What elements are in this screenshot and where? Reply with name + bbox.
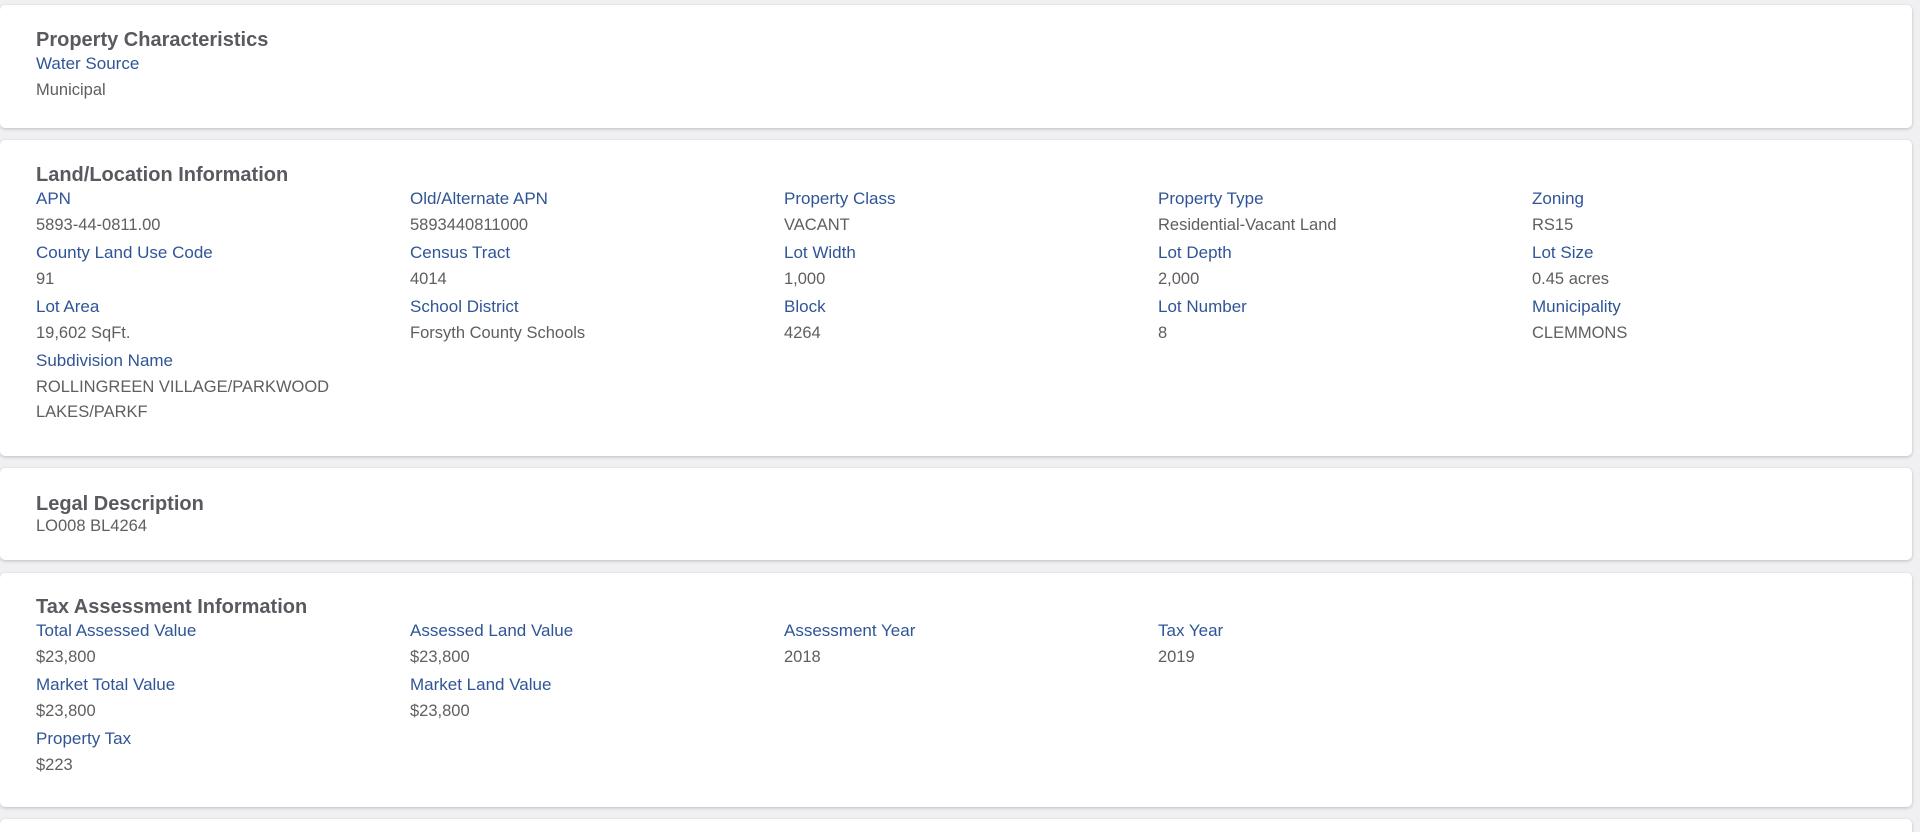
- property-type-value: Residential-Vacant Land: [1158, 216, 1337, 234]
- property-tax-value: $223: [36, 756, 73, 774]
- property-tax-field: Property Tax $223: [36, 727, 410, 781]
- lot-width-value: 1,000: [784, 270, 826, 288]
- lot-depth-label: Lot Depth: [1158, 243, 1232, 262]
- school-district-value: Forsyth County Schools: [410, 324, 586, 342]
- water-source-label: Water Source: [36, 54, 140, 73]
- municipality-field: Municipality CLEMMONS: [1532, 295, 1906, 349]
- tax-year-value: 2019: [1158, 648, 1195, 666]
- land-location-title: Land/Location Information: [36, 164, 289, 186]
- assessed-land-value-field: Assessed Land Value $23,800: [410, 619, 784, 673]
- tax-assessment-grid: Total Assessed Value $23,800 Assessed La…: [36, 619, 1876, 781]
- lot-area-value: 19,602 SqFt.: [36, 324, 131, 342]
- market-land-value-label: Market Land Value: [410, 675, 552, 694]
- property-class-value: VACANT: [784, 216, 850, 234]
- empty-cell: [1158, 673, 1532, 727]
- water-source-field: Water Source Municipal: [36, 52, 1876, 106]
- school-district-label: School District: [410, 297, 519, 316]
- lot-area-field: Lot Area 19,602 SqFt.: [36, 295, 410, 349]
- lot-width-label: Lot Width: [784, 243, 856, 262]
- legal-description-value: LO008 BL4264: [36, 517, 148, 535]
- assessment-year-field: Assessment Year 2018: [784, 619, 1158, 673]
- old-alternate-apn-label: Old/Alternate APN: [410, 189, 548, 208]
- lot-number-value: 8: [1158, 324, 1168, 342]
- county-land-use-code-value: 91: [36, 270, 55, 288]
- assessment-year-value: 2018: [784, 648, 821, 666]
- county-land-use-code-label: County Land Use Code: [36, 243, 213, 262]
- legal-description-title: Legal Description: [36, 493, 204, 515]
- census-tract-label: Census Tract: [410, 243, 511, 262]
- lot-number-field: Lot Number 8: [1158, 295, 1532, 349]
- lot-depth-value: 2,000: [1158, 270, 1200, 288]
- property-detail-page: Property Characteristics Water Source Mu…: [0, 0, 1920, 832]
- subdivision-name-label: Subdivision Name: [36, 351, 174, 370]
- tax-year-label: Tax Year: [1158, 621, 1224, 640]
- property-tax-label: Property Tax: [36, 729, 132, 748]
- census-tract-value: 4014: [410, 270, 447, 288]
- tax-assessment-card: Tax Assessment Information Total Assesse…: [0, 573, 1912, 807]
- next-section-card: [0, 819, 1912, 832]
- block-field: Block 4264: [784, 295, 1158, 349]
- tax-assessment-title: Tax Assessment Information: [36, 596, 308, 618]
- school-district-field: School District Forsyth County Schools: [410, 295, 784, 349]
- property-characteristics-card: Property Characteristics Water Source Mu…: [0, 5, 1912, 128]
- county-land-use-code-field: County Land Use Code 91: [36, 241, 410, 295]
- total-assessed-value-label: Total Assessed Value: [36, 621, 197, 640]
- property-class-label: Property Class: [784, 189, 896, 208]
- property-characteristics-title: Property Characteristics: [36, 29, 269, 51]
- apn-field: APN 5893-44-0811.00: [36, 187, 410, 241]
- empty-cell: [1532, 619, 1906, 673]
- apn-value: 5893-44-0811.00: [36, 216, 161, 234]
- total-assessed-value-value: $23,800: [36, 648, 96, 666]
- property-type-label: Property Type: [1158, 189, 1264, 208]
- market-total-value-field: Market Total Value $23,800: [36, 673, 410, 727]
- market-total-value-value: $23,800: [36, 702, 96, 720]
- subdivision-name-value: ROLLINGREEN VILLAGE/PARKWOOD LAKES/PARKF: [36, 378, 330, 421]
- empty-cell: [1532, 673, 1906, 727]
- lot-depth-field: Lot Depth 2,000: [1158, 241, 1532, 295]
- empty-cell: [784, 673, 1158, 727]
- municipality-value: CLEMMONS: [1532, 324, 1628, 342]
- lot-size-field: Lot Size 0.45 acres: [1532, 241, 1906, 295]
- assessed-land-value-value: $23,800: [410, 648, 470, 666]
- lot-size-label: Lot Size: [1532, 243, 1594, 262]
- block-label: Block: [784, 297, 826, 316]
- market-total-value-label: Market Total Value: [36, 675, 176, 694]
- property-type-field: Property Type Residential-Vacant Land: [1158, 187, 1532, 241]
- market-land-value-field: Market Land Value $23,800: [410, 673, 784, 727]
- lot-width-field: Lot Width 1,000: [784, 241, 1158, 295]
- legal-description-card: Legal Description LO008 BL4264: [0, 468, 1912, 560]
- water-source-value: Municipal: [36, 81, 106, 99]
- old-alternate-apn-field: Old/Alternate APN 5893440811000: [410, 187, 784, 241]
- total-assessed-value-field: Total Assessed Value $23,800: [36, 619, 410, 673]
- land-location-card: Land/Location Information APN 5893-44-08…: [0, 140, 1912, 456]
- old-alternate-apn-value: 5893440811000: [410, 216, 529, 234]
- zoning-value: RS15: [1532, 216, 1574, 234]
- municipality-label: Municipality: [1532, 297, 1621, 316]
- census-tract-field: Census Tract 4014: [410, 241, 784, 295]
- assessment-year-label: Assessment Year: [784, 621, 916, 640]
- market-land-value-value: $23,800: [410, 702, 470, 720]
- zoning-field: Zoning RS15: [1532, 187, 1906, 241]
- property-class-field: Property Class VACANT: [784, 187, 1158, 241]
- block-value: 4264: [784, 324, 821, 342]
- apn-label: APN: [36, 189, 71, 208]
- zoning-label: Zoning: [1532, 189, 1584, 208]
- lot-size-value: 0.45 acres: [1532, 270, 1610, 288]
- subdivision-name-field: Subdivision Name ROLLINGREEN VILLAGE/PAR…: [36, 349, 410, 428]
- assessed-land-value-label: Assessed Land Value: [410, 621, 574, 640]
- tax-year-field: Tax Year 2019: [1158, 619, 1532, 673]
- land-location-grid: APN 5893-44-0811.00 Old/Alternate APN 58…: [36, 187, 1876, 428]
- lot-number-label: Lot Number: [1158, 297, 1247, 316]
- lot-area-label: Lot Area: [36, 297, 100, 316]
